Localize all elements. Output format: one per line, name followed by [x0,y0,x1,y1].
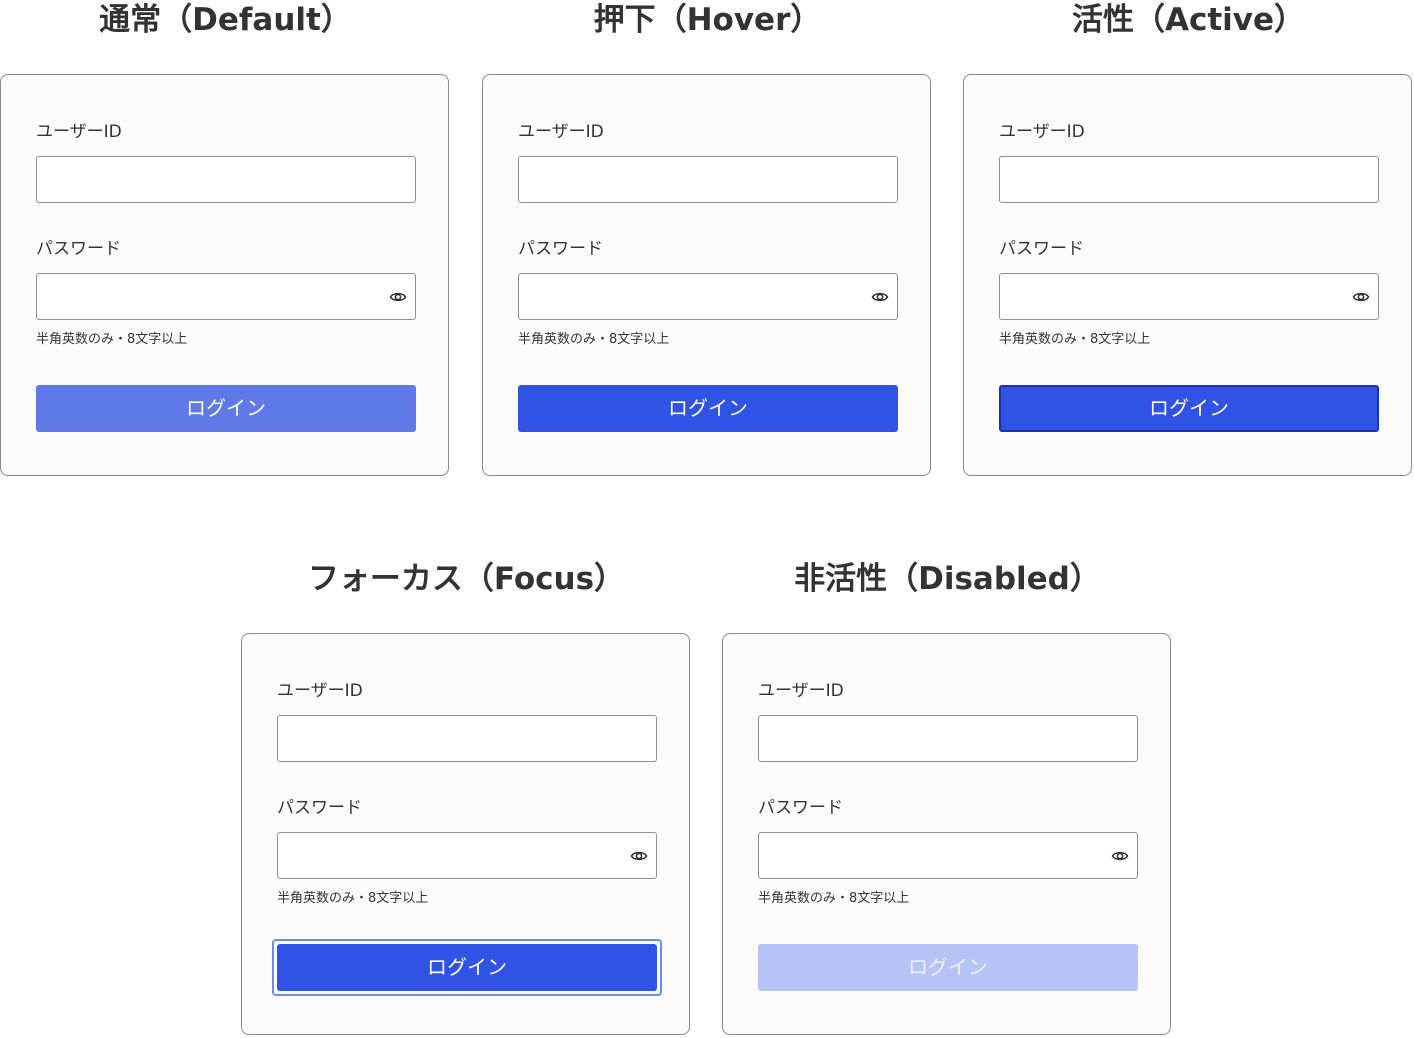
password-hint: 半角英数のみ・8文字以上 [999,332,1151,347]
login-card-disabled: ユーザーID パスワード 半角英数のみ・8文字以上 ログイン [722,633,1171,1035]
login-card-default: ユーザーID パスワード 半角英数のみ・8文字以上 ログイン [0,74,449,476]
password-label: パスワード [518,239,603,259]
password-input[interactable] [758,832,1138,879]
eye-icon[interactable] [871,288,889,306]
password-input[interactable] [36,273,416,320]
login-card-active: ユーザーID パスワード 半角英数のみ・8文字以上 ログイン [963,74,1412,476]
password-input[interactable] [999,273,1379,320]
login-card-hover: ユーザーID パスワード 半角英数のみ・8文字以上 ログイン [482,74,931,476]
user-id-label: ユーザーID [758,681,844,701]
password-label: パスワード [36,239,121,259]
state-title-disabled: 非活性（Disabled） [794,561,1101,597]
user-id-input[interactable] [36,156,416,203]
password-hint: 半角英数のみ・8文字以上 [518,332,670,347]
password-input[interactable] [277,832,657,879]
eye-icon[interactable] [1352,288,1370,306]
password-label: パスワード [758,798,843,818]
eye-icon[interactable] [1111,847,1129,865]
password-label: パスワード [277,798,362,818]
user-id-label: ユーザーID [518,122,604,142]
password-label: パスワード [999,239,1084,259]
state-title-focus: フォーカス（Focus） [307,561,626,597]
state-title-hover: 押下（Hover） [593,2,822,38]
password-hint: 半角英数のみ・8文字以上 [758,891,910,906]
user-id-input[interactable] [999,156,1379,203]
password-input[interactable] [518,273,898,320]
login-button[interactable]: ログイン [518,385,898,432]
eye-icon[interactable] [389,288,407,306]
state-title-default: 通常（Default） [99,2,352,38]
state-title-active: 活性（Active） [1071,2,1306,38]
user-id-input[interactable] [518,156,898,203]
password-hint: 半角英数のみ・8文字以上 [277,891,429,906]
eye-icon[interactable] [630,847,648,865]
user-id-label: ユーザーID [277,681,363,701]
login-button[interactable]: ログイン [36,385,416,432]
login-button[interactable]: ログイン [999,385,1379,432]
password-hint: 半角英数のみ・8文字以上 [36,332,188,347]
user-id-input[interactable] [277,715,657,762]
login-card-focus: ユーザーID パスワード 半角英数のみ・8文字以上 ログイン [241,633,690,1035]
user-id-label: ユーザーID [999,122,1085,142]
login-button-disabled: ログイン [758,944,1138,991]
user-id-input[interactable] [758,715,1138,762]
login-button[interactable]: ログイン [277,944,657,991]
user-id-label: ユーザーID [36,122,122,142]
